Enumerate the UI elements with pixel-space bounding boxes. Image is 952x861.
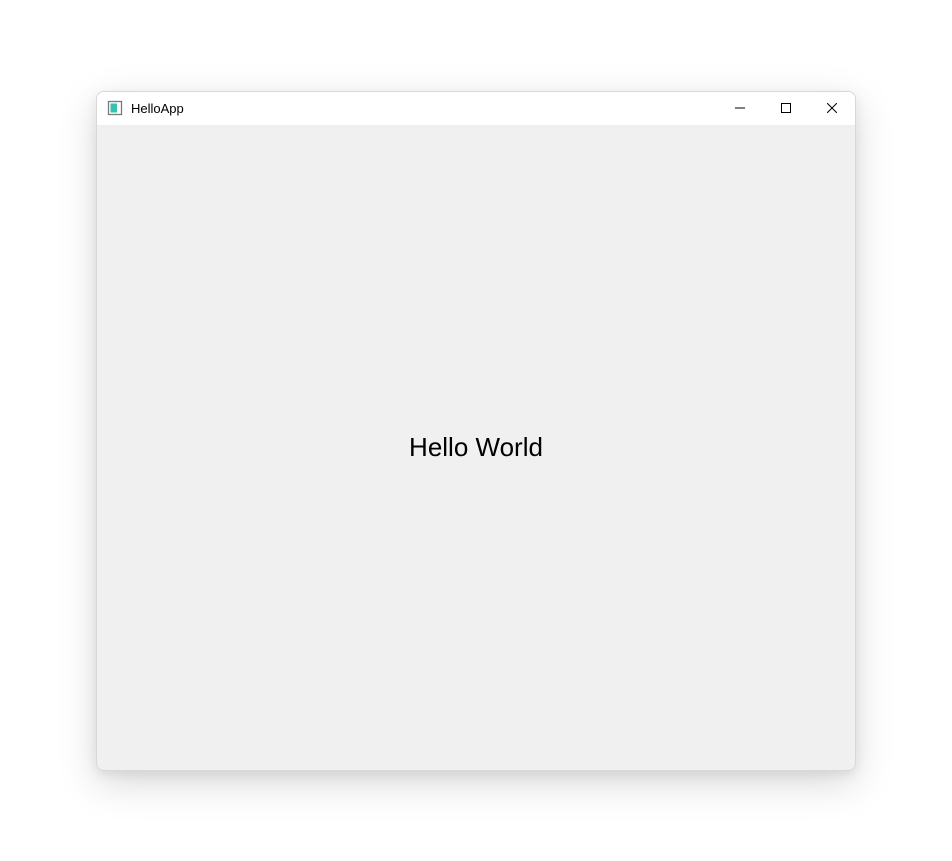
title-bar[interactable]: HelloApp <box>97 92 855 126</box>
minimize-icon <box>735 101 745 116</box>
window-title: HelloApp <box>131 101 184 116</box>
close-icon <box>827 101 837 116</box>
maximize-button[interactable] <box>763 92 809 125</box>
minimize-button[interactable] <box>717 92 763 125</box>
client-area: Hello World <box>97 126 855 770</box>
close-button[interactable] <box>809 92 855 125</box>
app-icon <box>107 100 123 116</box>
title-bar-left: HelloApp <box>107 100 184 116</box>
greeting-label: Hello World <box>409 432 543 463</box>
maximize-icon <box>781 101 791 116</box>
app-window: HelloApp Hello World <box>96 91 856 771</box>
window-controls <box>717 92 855 125</box>
